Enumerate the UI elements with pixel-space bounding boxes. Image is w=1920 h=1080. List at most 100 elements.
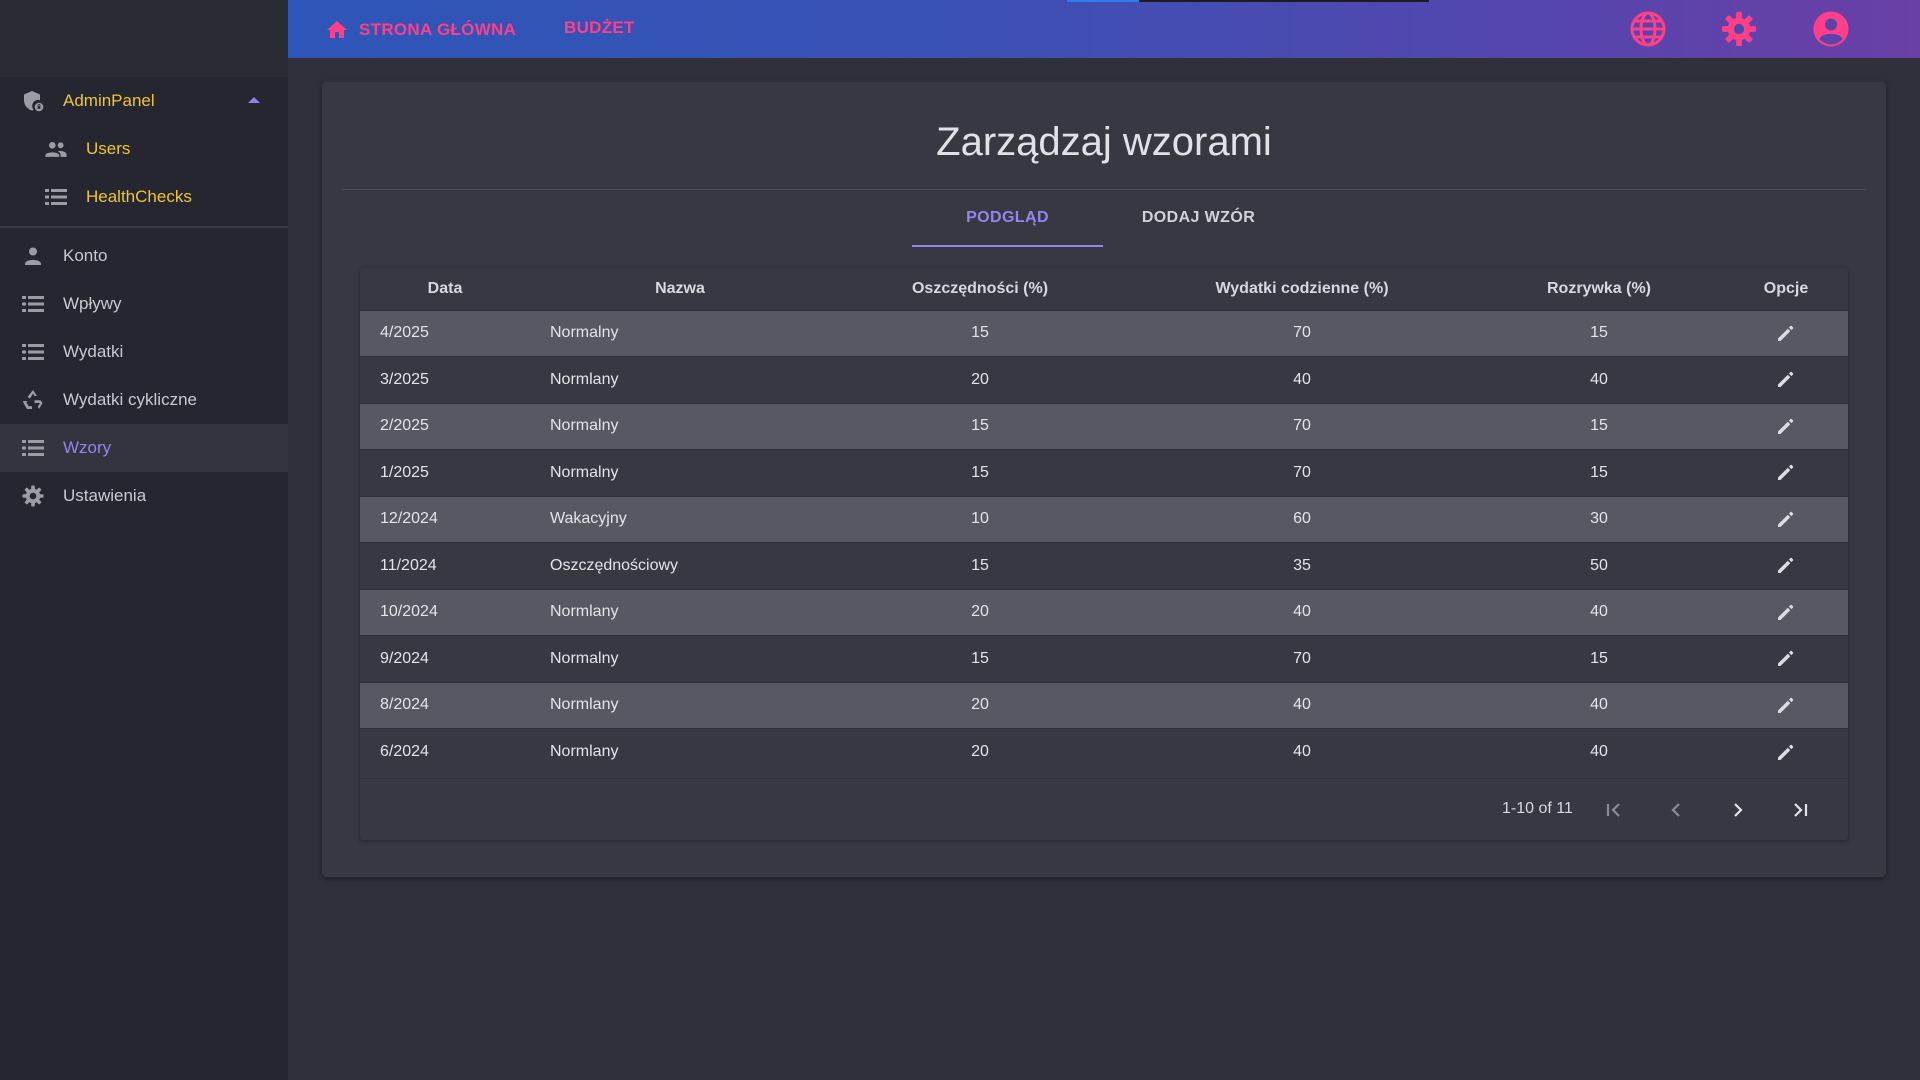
group-icon xyxy=(44,137,68,161)
cell-data: 1/2025 xyxy=(380,463,429,481)
sidebar-item-label: Konto xyxy=(63,246,108,265)
cell-rozrywka: 30 xyxy=(1590,510,1608,528)
shield-lock-icon xyxy=(21,89,45,113)
table-row: 6/2024 Normlany 20 40 40 xyxy=(360,728,1848,775)
cell-opcje xyxy=(1724,310,1848,357)
cell-opcje xyxy=(1724,403,1848,450)
person-icon xyxy=(21,244,45,268)
gear-icon[interactable] xyxy=(1720,10,1758,48)
page-title: Zarządzaj wzorami xyxy=(936,120,1272,164)
loading-bar xyxy=(1067,0,1139,2)
cell-opcje xyxy=(1724,357,1848,404)
pencil-icon[interactable] xyxy=(1772,505,1800,533)
cell-nazwa: Normalny xyxy=(550,324,619,342)
chevron-up-icon[interactable] xyxy=(248,97,260,103)
sidebar-item-wydatki[interactable]: Wydatki xyxy=(0,328,288,376)
templates-card: Zarządzaj wzorami PODGLĄD DODAJ WZÓR Dat… xyxy=(322,82,1886,877)
sidebar-item-wzory[interactable]: Wzory xyxy=(0,424,288,472)
pencil-icon[interactable] xyxy=(1772,319,1800,347)
templates-table: Data Nazwa Oszczędności (%) Wydatki codz… xyxy=(360,268,1848,840)
loading-bar-track xyxy=(1139,0,1429,2)
cell-opcje xyxy=(1724,636,1848,683)
sidebar-item-wplywy[interactable]: Wpływy xyxy=(0,280,288,328)
cell-wydatki-codzienne: 40 xyxy=(1293,696,1311,714)
cell-opcje xyxy=(1724,450,1848,497)
cell-opcje xyxy=(1724,682,1848,729)
cell-data: 12/2024 xyxy=(380,510,438,528)
pencil-icon[interactable] xyxy=(1772,365,1800,393)
sidebar-item-konto[interactable]: Konto xyxy=(0,232,288,280)
table-row: 10/2024 Normlany 20 40 40 xyxy=(360,589,1848,636)
table-row: 8/2024 Normlany 20 40 40 xyxy=(360,682,1848,729)
cell-wydatki-codzienne: 40 xyxy=(1293,370,1311,388)
cell-rozrywka: 40 xyxy=(1590,743,1608,760)
column-header-oszczednosci[interactable]: Oszczędności (%) xyxy=(830,268,1130,310)
pencil-icon[interactable] xyxy=(1772,691,1800,719)
sidebar-item-wydatki-cykliczne[interactable]: Wydatki cykliczne xyxy=(0,376,288,424)
cell-nazwa: Normlany xyxy=(550,696,619,714)
table-row: 11/2024 Oszczędnościowy 15 35 50 xyxy=(360,542,1848,589)
column-header-rozrywka[interactable]: Rozrywka (%) xyxy=(1474,268,1724,310)
cell-data: 3/2025 xyxy=(380,370,429,388)
gear-icon xyxy=(21,484,45,508)
column-header-nazwa[interactable]: Nazwa xyxy=(530,268,830,310)
list-icon xyxy=(44,185,68,209)
sidebar-item-adminpanel[interactable]: AdminPanel xyxy=(0,77,288,125)
home-link[interactable]: STRONA GŁÓWNA xyxy=(325,18,516,42)
tab-dodaj-wzor[interactable]: DODAJ WZÓR xyxy=(1103,190,1294,246)
cell-nazwa: Oszczędnościowy xyxy=(550,556,679,574)
cell-wydatki-codzienne: 40 xyxy=(1293,743,1311,760)
prev-page-icon[interactable] xyxy=(1661,795,1691,825)
cell-rozrywka: 15 xyxy=(1590,324,1608,342)
cell-data: 4/2025 xyxy=(380,324,429,342)
cell-wydatki-codzienne: 40 xyxy=(1293,603,1311,621)
sidebar-item-label: Ustawienia xyxy=(63,486,147,505)
cell-wydatki-codzienne: 60 xyxy=(1293,510,1311,528)
last-page-icon[interactable] xyxy=(1785,795,1815,825)
column-header-data[interactable]: Data xyxy=(360,268,530,310)
cell-data: 2/2025 xyxy=(380,417,429,435)
table-row: 9/2024 Normalny 15 70 15 xyxy=(360,635,1848,683)
top-app-bar: STRONA GŁÓWNA BUDŻET xyxy=(288,0,1920,58)
cell-rozrywka: 50 xyxy=(1590,556,1608,574)
cell-nazwa: Normlany xyxy=(550,743,619,760)
pencil-icon[interactable] xyxy=(1772,412,1800,440)
cell-oszczednosci: 20 xyxy=(971,370,989,388)
cell-rozrywka: 15 xyxy=(1590,463,1608,481)
sidebar-item-ustawienia[interactable]: Ustawienia xyxy=(0,472,288,520)
table-row: 12/2024 Wakacyjny 10 60 30 xyxy=(360,496,1848,543)
globe-icon[interactable] xyxy=(1629,10,1667,48)
pencil-icon[interactable] xyxy=(1772,598,1800,626)
sidebar-item-label: Wpływy xyxy=(63,294,122,313)
cell-oszczednosci: 20 xyxy=(971,696,989,714)
tab-podglad[interactable]: PODGLĄD xyxy=(912,190,1103,247)
cell-oszczednosci: 20 xyxy=(971,603,989,621)
cell-nazwa: Normlany xyxy=(550,370,619,388)
cell-wydatki-codzienne: 70 xyxy=(1293,463,1311,481)
budget-link[interactable]: BUDŻET xyxy=(564,18,635,38)
pencil-icon[interactable] xyxy=(1772,458,1800,486)
cell-oszczednosci: 20 xyxy=(971,743,989,760)
table-row: 4/2025 Normalny 15 70 15 xyxy=(360,310,1848,357)
table-row: 3/2025 Normlany 20 40 40 xyxy=(360,356,1848,404)
table-header-row: Data Nazwa Oszczędności (%) Wydatki codz… xyxy=(360,268,1848,310)
cell-data: 11/2024 xyxy=(380,556,437,574)
next-page-icon[interactable] xyxy=(1723,795,1753,825)
list-icon xyxy=(21,292,45,316)
budget-link-label: BUDŻET xyxy=(564,18,635,37)
pencil-icon[interactable] xyxy=(1772,644,1800,672)
tab-bar: PODGLĄD DODAJ WZÓR xyxy=(912,190,1294,247)
column-header-opcje: Opcje xyxy=(1763,279,1809,297)
column-header-wydatki-codzienne[interactable]: Wydatki codzienne (%) xyxy=(1130,268,1474,310)
cell-nazwa: Normalny xyxy=(550,463,619,481)
cell-rozrywka: 15 xyxy=(1590,417,1608,435)
pencil-icon[interactable] xyxy=(1772,551,1800,579)
first-page-icon[interactable] xyxy=(1599,795,1629,825)
account-circle-icon[interactable] xyxy=(1812,10,1850,48)
home-link-label: STRONA GŁÓWNA xyxy=(359,20,517,39)
sidebar-item-users[interactable]: Users xyxy=(0,125,288,173)
cell-opcje xyxy=(1724,496,1848,543)
sidebar-item-healthchecks[interactable]: HealthChecks xyxy=(0,173,288,221)
pencil-icon[interactable] xyxy=(1772,738,1800,766)
list-icon xyxy=(21,340,45,364)
